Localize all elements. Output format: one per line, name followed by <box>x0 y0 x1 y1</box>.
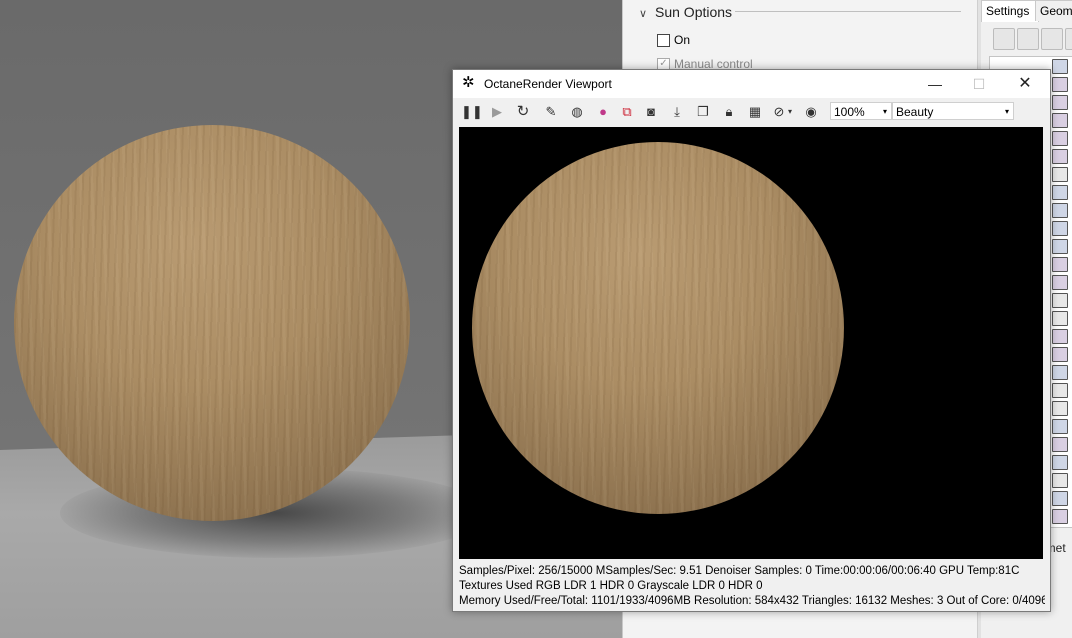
curve-param-icon[interactable] <box>1052 491 1068 506</box>
curve-param-icon[interactable] <box>1052 239 1068 254</box>
color-picker-icon[interactable]: ● <box>593 103 613 121</box>
chevron-down-icon: ▾ <box>1004 107 1009 116</box>
float-param-icon[interactable] <box>1052 113 1068 128</box>
bool-param-icon[interactable] <box>1052 401 1068 416</box>
bool-param-icon[interactable] <box>1052 311 1068 326</box>
render-canvas[interactable] <box>459 127 1043 559</box>
bool-param-icon[interactable] <box>1052 293 1068 308</box>
zoom-value: 100% <box>834 105 865 119</box>
region-render-icon[interactable]: ⧉ <box>617 103 637 121</box>
status-samples-line: Samples/Pixel: 256/15000 MSamples/Sec: 9… <box>459 565 1020 577</box>
environment-icon[interactable] <box>1017 28 1039 50</box>
properties-tab-strip: Settings Geom <box>981 0 1072 22</box>
float-param-icon[interactable] <box>1052 275 1068 290</box>
image-param-icon[interactable] <box>1052 185 1068 200</box>
auto-focus-icon[interactable]: ✎ <box>541 103 561 121</box>
status-textures-line: Textures Used RGB LDR 1 HDR 0 Grayscale … <box>459 580 763 592</box>
bool-param-icon[interactable] <box>1052 167 1068 182</box>
sun-on-checkbox[interactable] <box>657 34 670 47</box>
status-memory-line: Memory Used/Free/Total: 1101/1933/4096MB… <box>459 595 1045 607</box>
restart-render-button[interactable]: ↻ <box>513 103 533 121</box>
render-pass-value: Beauty <box>896 105 934 119</box>
octane-viewport-window: ✲ OctaneRender Viewport — ☐ ✕ ❚❚ ▶ ↻ ✎ ◍… <box>452 69 1051 612</box>
start-render-button[interactable]: ▶ <box>487 103 507 121</box>
curve-param-icon[interactable] <box>1052 365 1068 380</box>
float-param-icon[interactable] <box>1052 77 1068 92</box>
window-title: OctaneRender Viewport <box>484 77 612 91</box>
imager-icon[interactable] <box>1041 28 1063 50</box>
chevron-down-icon[interactable]: ▾ <box>785 103 795 121</box>
render-status-bar: Samples/Pixel: 256/15000 MSamples/Sec: 9… <box>459 564 1045 609</box>
more-settings-icon[interactable] <box>1065 28 1072 50</box>
camera-icon[interactable]: ◙ <box>641 103 661 121</box>
sun-options-header[interactable]: ∨ Sun Options <box>639 3 732 21</box>
minimize-button[interactable]: — <box>913 70 957 98</box>
float-param-icon[interactable] <box>1052 437 1068 452</box>
float-param-icon[interactable] <box>1052 509 1068 524</box>
chevron-down-icon: ∨ <box>639 8 648 20</box>
sun-options-title: Sun Options <box>655 4 733 20</box>
close-button[interactable]: ✕ <box>1003 70 1047 98</box>
octane-gear-icon: ✲ <box>462 74 475 91</box>
window-titlebar[interactable]: ✲ OctaneRender Viewport — ☐ ✕ <box>453 70 1050 98</box>
tab-geometry[interactable]: Geom <box>1035 0 1072 21</box>
float-param-icon[interactable] <box>1052 149 1068 164</box>
sun-on-label: On <box>674 33 691 47</box>
float-param-icon[interactable] <box>1052 329 1068 344</box>
rendered-wood-sphere <box>472 142 844 514</box>
curve-param-icon[interactable] <box>1052 455 1068 470</box>
float-param-icon[interactable] <box>1052 59 1068 74</box>
material-picker-icon[interactable]: ◍ <box>567 103 587 121</box>
layout-icon[interactable]: ▦ <box>745 103 765 121</box>
lock-icon[interactable]: 🔒︎ <box>719 103 739 121</box>
maximize-button[interactable]: ☐ <box>957 70 1001 98</box>
viewport-options-icon[interactable]: ◉ <box>801 103 821 121</box>
float-param-icon[interactable] <box>1052 131 1068 146</box>
float-param-icon[interactable] <box>1052 257 1068 272</box>
render-pass-select[interactable]: Beauty ▾ <box>892 102 1014 120</box>
float-param-icon[interactable] <box>1052 95 1068 110</box>
curve-param-icon[interactable] <box>1052 221 1068 236</box>
viewport-toolbar: ❚❚ ▶ ↻ ✎ ◍ ● ⧉ ◙ ⤓ ❐ 🔒︎ ▦ ⊘ ▾ ◉ 100% ▾ B… <box>457 100 1045 124</box>
chevron-down-icon: ▾ <box>882 107 887 116</box>
wood-sphere-object[interactable] <box>14 125 410 521</box>
bool-param-icon[interactable] <box>1052 383 1068 398</box>
save-image-icon[interactable]: ⤓ <box>667 103 687 121</box>
copy-image-icon[interactable]: ❐ <box>693 103 713 121</box>
zoom-select[interactable]: 100% ▾ <box>830 102 892 120</box>
pause-render-button[interactable]: ❚❚ <box>461 103 483 121</box>
bool-param-icon[interactable] <box>1052 473 1068 488</box>
tab-settings[interactable]: Settings <box>981 0 1039 22</box>
curve-param-icon[interactable] <box>1052 419 1068 434</box>
section-divider <box>735 11 961 12</box>
image-param-icon[interactable] <box>1052 203 1068 218</box>
float-param-icon[interactable] <box>1052 347 1068 362</box>
camera-icon[interactable] <box>993 28 1015 50</box>
